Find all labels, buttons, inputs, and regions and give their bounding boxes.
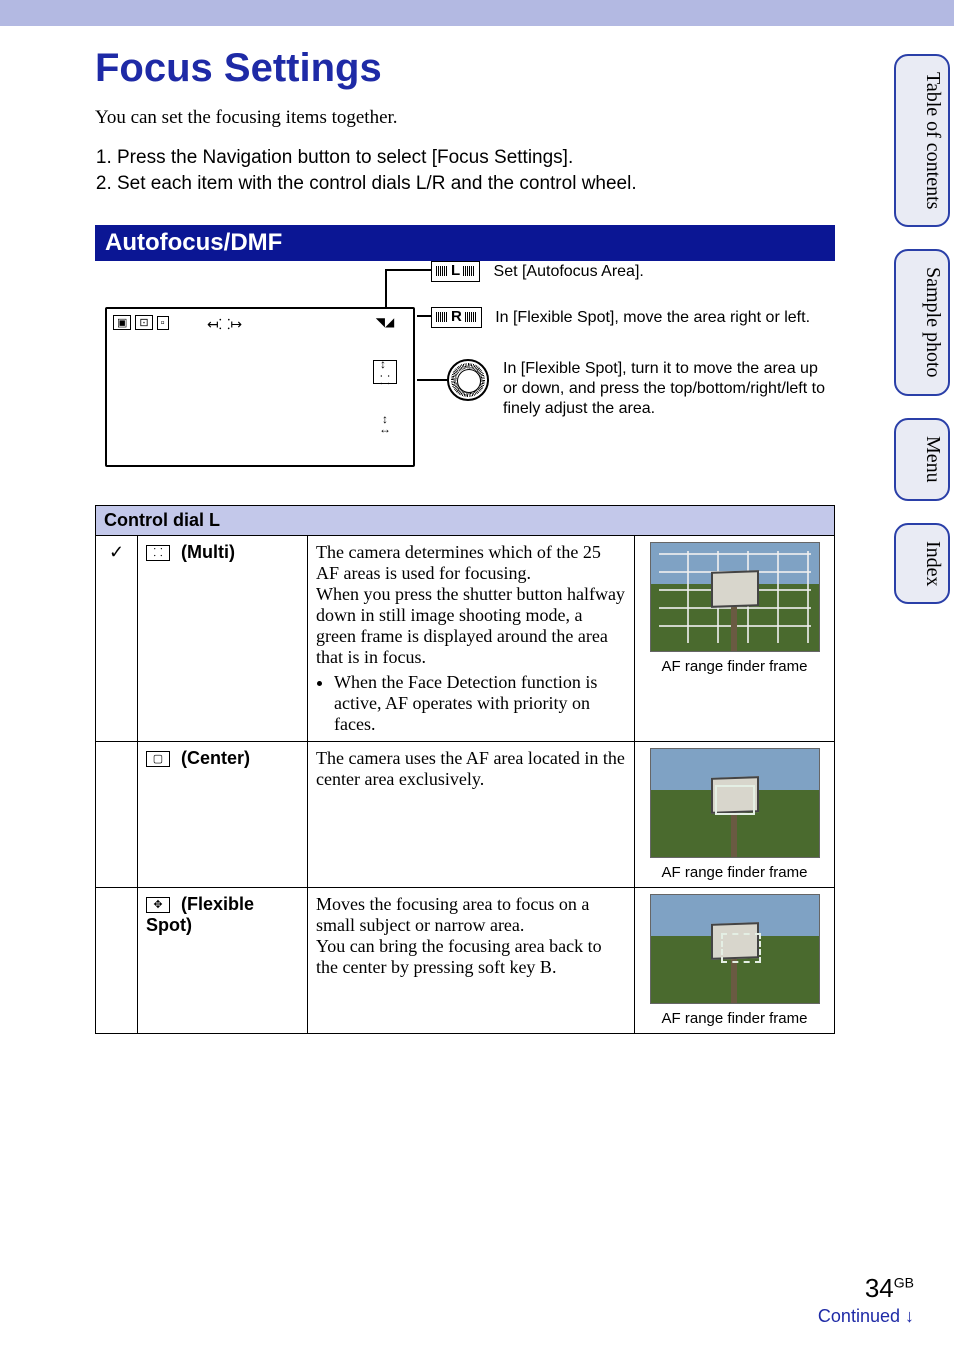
lcd-softkey-top: ◥◢ [376, 315, 394, 330]
top-decorative-strip [0, 0, 954, 26]
lcd-move-glyph: ↤⸬↦ [207, 315, 242, 334]
table-row: ✓ ⸬ (Multi) The camera determines which … [96, 536, 835, 742]
mode-image-flexible: AF range finder frame [635, 888, 835, 1034]
mode-desc-flexible: Moves the focusing area to focus on a sm… [308, 888, 635, 1034]
page-content: Focus Settings You can set the focusing … [95, 26, 835, 1034]
side-nav-tabs: Table of contents Sample photo Menu Inde… [894, 54, 950, 604]
callout-dial-r: R In [Flexible Spot], move the area righ… [431, 307, 810, 328]
default-check: ✓ [96, 536, 138, 742]
mode-name-multi: ⸬ (Multi) [138, 536, 308, 742]
thumb-caption: AF range finder frame [643, 864, 826, 881]
dial-r-badge: R [431, 307, 482, 328]
tab-menu[interactable]: Menu [894, 418, 950, 501]
thumb-caption: AF range finder frame [643, 1010, 826, 1027]
tab-sample-photo[interactable]: Sample photo [894, 249, 950, 396]
step-2: Set each item with the control dials L/R… [117, 173, 835, 195]
table-row: ✥ (Flexible Spot) Moves the focusing are… [96, 888, 835, 1034]
thumb-multi [650, 542, 820, 652]
af-multi-icon: ⸬ [146, 545, 170, 561]
callout-r-text: In [Flexible Spot], move the area right … [495, 309, 810, 326]
continued-indicator: Continued ↓ [818, 1306, 914, 1327]
desc-text: Moves the focusing area to focus on a sm… [316, 894, 602, 977]
desc-text: The camera uses the AF area located in t… [316, 748, 625, 789]
thumb-flexible [650, 894, 820, 1004]
callout-dial-l: L Set [Autofocus Area]. [431, 261, 644, 282]
af-flex-icon: ▫ [157, 316, 169, 330]
page-number: 34GB [818, 1273, 914, 1304]
lcd-adjust-arrows: ↕↔ [379, 414, 391, 434]
callout-l-text: Set [Autofocus Area]. [494, 263, 644, 280]
leader-line [385, 269, 431, 271]
af-flex-icon: ✥ [146, 897, 170, 913]
callout-wheel-text: In [Flexible Spot], turn it to move the … [503, 359, 827, 419]
control-wheel-icon [447, 359, 489, 401]
page-title: Focus Settings [95, 46, 835, 91]
mode-name-center: ▢ (Center) [138, 742, 308, 888]
thumb-center [650, 748, 820, 858]
section-heading: Autofocus/DMF [95, 225, 835, 261]
lcd-focus-box: ↕⸬ [373, 360, 397, 384]
leader-line [385, 269, 387, 309]
lcd-af-mode-icons: ▣ ⊡ ▫ [113, 315, 173, 331]
table-row: ▢ (Center) The camera uses the AF area l… [96, 742, 835, 888]
thumb-caption: AF range finder frame [643, 658, 826, 675]
af-multi-icon: ▣ [113, 315, 131, 330]
desc-text: The camera determines which of the 25 AF… [316, 542, 625, 667]
tab-table-of-contents[interactable]: Table of contents [894, 54, 950, 227]
table-header: Control dial L [96, 506, 835, 536]
step-1: Press the Navigation button to select [F… [117, 147, 835, 169]
af-center-icon: ▢ [146, 751, 170, 767]
af-center-icon: ⊡ [135, 315, 152, 330]
intro-text: You can set the focusing items together. [95, 107, 835, 129]
leader-line [417, 379, 447, 381]
desc-bullet: When the Face Detection function is acti… [334, 672, 626, 735]
mode-name-flexible: ✥ (Flexible Spot) [138, 888, 308, 1034]
default-check [96, 888, 138, 1034]
default-check [96, 742, 138, 888]
control-dial-l-table: Control dial L ✓ ⸬ (Multi) The camera de… [95, 505, 835, 1034]
mode-image-center: AF range finder frame [635, 742, 835, 888]
page-footer: 34GB Continued ↓ [818, 1273, 914, 1327]
control-diagram: ▣⊡▫ ↤⸬↦ ◥◢ ↕⸬ ↕↔ L Set [Autofocus Area].… [95, 275, 835, 475]
lcd-screen: ▣ ⊡ ▫ ↤⸬↦ ◥◢ ↕⸬ ↕↔ [105, 307, 415, 467]
mode-desc-center: The camera uses the AF area located in t… [308, 742, 635, 888]
tab-index[interactable]: Index [894, 523, 950, 605]
mode-image-multi: AF range finder frame [635, 536, 835, 742]
dial-l-badge: L [431, 261, 480, 282]
callout-wheel: In [Flexible Spot], turn it to move the … [447, 359, 827, 419]
mode-desc-multi: The camera determines which of the 25 AF… [308, 536, 635, 742]
step-list: Press the Navigation button to select [F… [95, 147, 835, 195]
